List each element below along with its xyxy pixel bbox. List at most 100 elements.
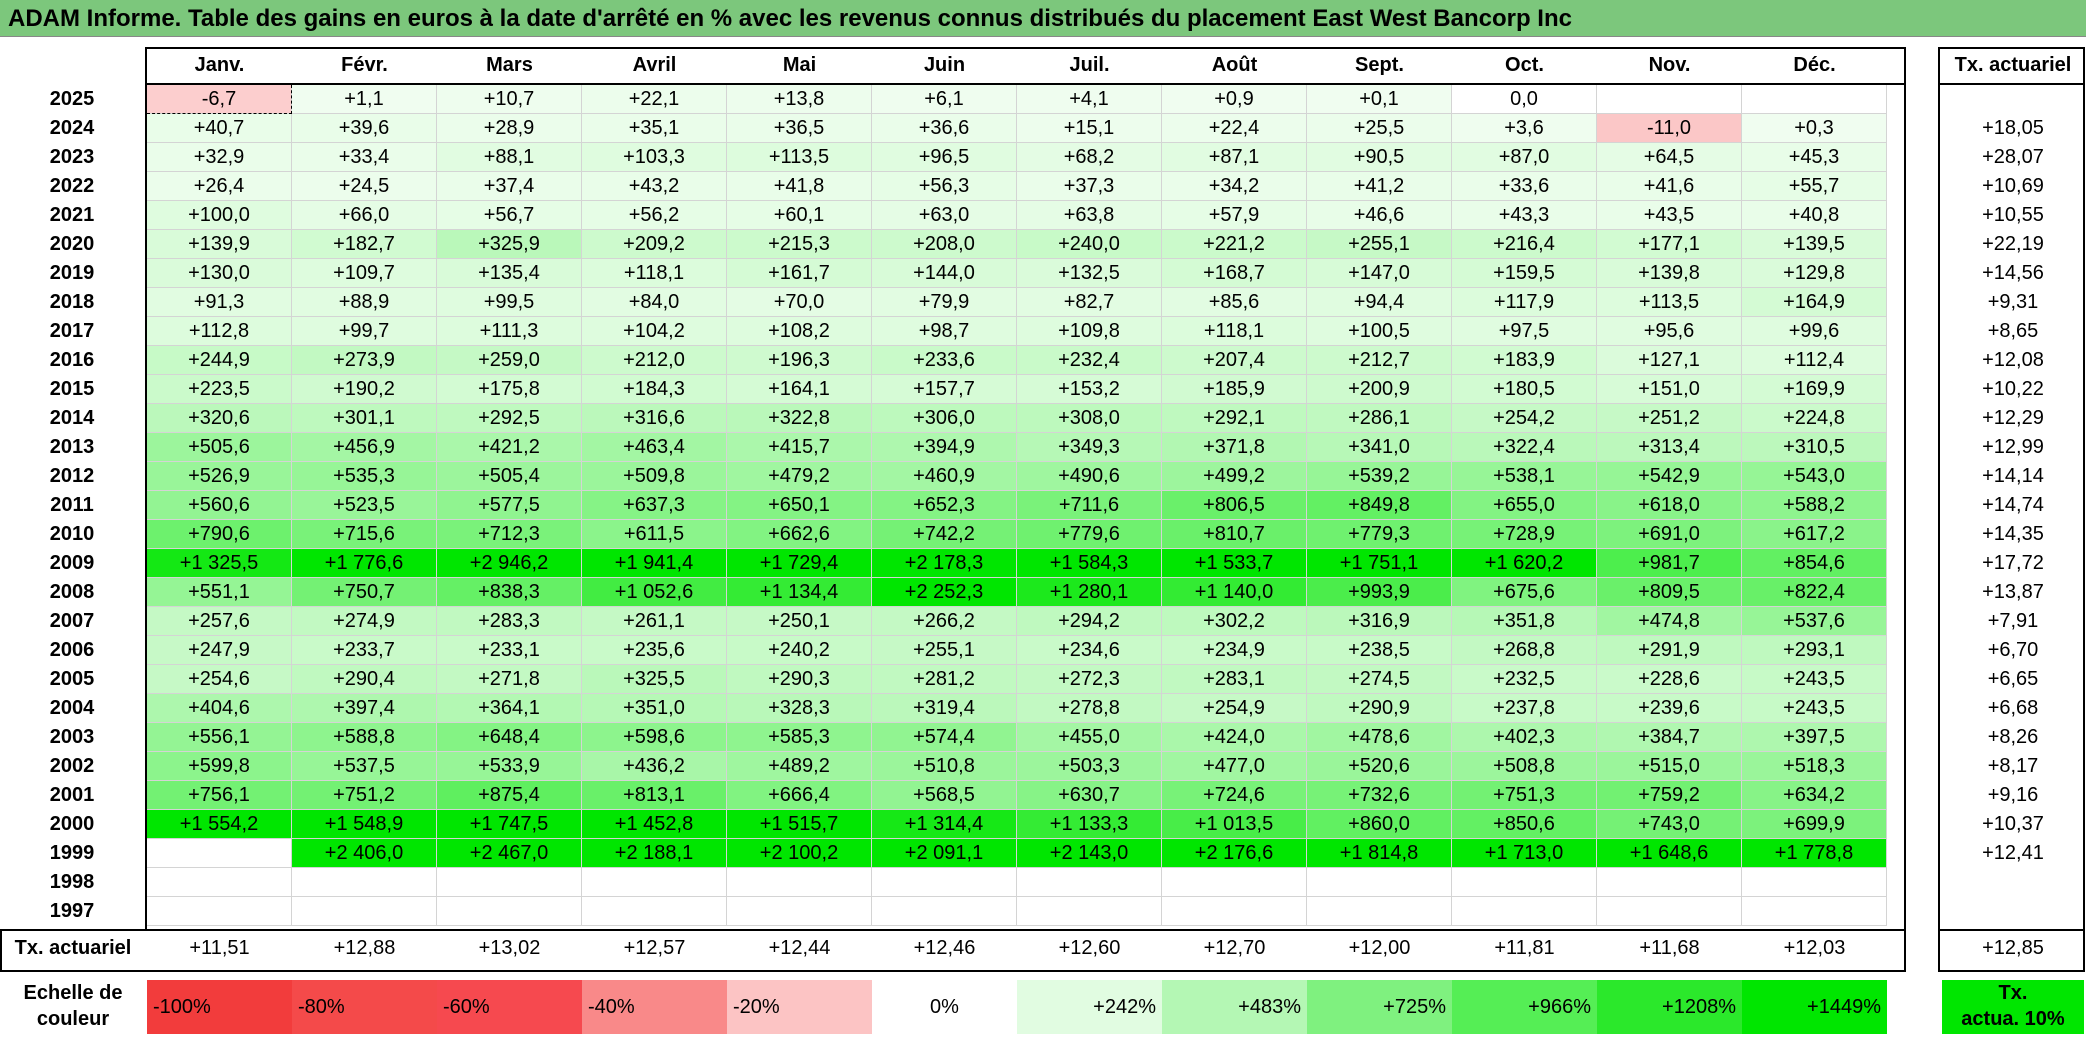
table-cell: [292, 868, 437, 897]
table-cell: +244,9: [147, 346, 292, 375]
table-cell: +1 325,5: [147, 549, 292, 578]
table-cell: +109,7: [292, 259, 437, 288]
footer-rate-value: +11,51: [189, 937, 250, 959]
table-cell: +301,1: [292, 404, 437, 433]
table-cell: +66,0: [292, 201, 437, 230]
table-cell: +655,0: [1452, 491, 1597, 520]
table-cell: +41,6: [1597, 172, 1742, 201]
table-cell: +118,1: [1162, 317, 1307, 346]
footer-rate-value: +12,46: [913, 937, 976, 959]
table-cell: +371,8: [1162, 433, 1307, 462]
table-cell: +161,7: [727, 259, 872, 288]
table-cell: +290,9: [1307, 694, 1452, 723]
table-cell: +10,7: [437, 85, 582, 114]
table-cell: +45,3: [1742, 143, 1887, 172]
table-cell: [1307, 868, 1452, 897]
table-cell: [1597, 85, 1742, 114]
table-cell: +99,6: [1742, 317, 1887, 346]
year-label: 2020: [49, 233, 95, 255]
table-cell: +1 747,5: [437, 810, 582, 839]
table-cell: +598,6: [582, 723, 727, 752]
table-cell: +397,5: [1742, 723, 1887, 752]
year-label: 2021: [49, 204, 95, 226]
table-cell: +24,5: [292, 172, 437, 201]
table-cell: +36,6: [872, 114, 1017, 143]
table-cell: +22,4: [1162, 114, 1307, 143]
table-cell: +112,4: [1742, 346, 1887, 375]
table-cell: +618,0: [1597, 491, 1742, 520]
month-header: Févr.: [341, 54, 388, 76]
table-cell: +2 178,3: [872, 549, 1017, 578]
table-cell: +328,3: [727, 694, 872, 723]
table-cell: +3,6: [1452, 114, 1597, 143]
table-cell: +1 140,0: [1162, 578, 1307, 607]
color-scale-stop: +966%: [1452, 980, 1597, 1034]
annual-rate-value: +12,99: [1982, 436, 2044, 458]
footer-rate-value: +11,68: [1639, 937, 1700, 959]
table-cell: +806,5: [1162, 491, 1307, 520]
month-header: Mars: [486, 54, 533, 76]
table-cell: +293,1: [1742, 636, 1887, 665]
table-cell: +306,0: [872, 404, 1017, 433]
month-header: Sept.: [1355, 54, 1404, 76]
color-scale-label-line1: Echelle de: [23, 982, 123, 1004]
table-cell: +190,2: [292, 375, 437, 404]
table-cell: [147, 839, 292, 868]
table-cell: +223,5: [147, 375, 292, 404]
table-cell: +585,3: [727, 723, 872, 752]
table-cell: +117,9: [1452, 288, 1597, 317]
color-scale-label-line2: couleur: [36, 1008, 110, 1030]
table-cell: +274,5: [1307, 665, 1452, 694]
table-cell: +560,6: [147, 491, 292, 520]
table-cell: +0,3: [1742, 114, 1887, 143]
table-cell: +691,0: [1597, 520, 1742, 549]
month-header: Mai: [782, 54, 817, 76]
table-cell: +87,0: [1452, 143, 1597, 172]
table-cell: +850,6: [1452, 810, 1597, 839]
table-cell: +109,8: [1017, 317, 1162, 346]
table-cell: +127,1: [1597, 346, 1742, 375]
annual-rate-value: +14,14: [1982, 465, 2044, 487]
table-cell: +617,2: [1742, 520, 1887, 549]
table-cell: [292, 897, 437, 926]
table-cell: +715,6: [292, 520, 437, 549]
table-cell: +630,7: [1017, 781, 1162, 810]
actuarial-rate-legend: Tx. actua. 10%: [1942, 980, 2084, 1034]
table-cell: +240,2: [727, 636, 872, 665]
annual-rate-value: +8,65: [1987, 320, 2039, 342]
table-cell: +254,9: [1162, 694, 1307, 723]
footer-rate-value: +11,81: [1494, 937, 1555, 959]
table-cell: +132,5: [1017, 259, 1162, 288]
table-cell: +113,5: [1597, 288, 1742, 317]
table-cell: +463,4: [582, 433, 727, 462]
year-label: 1998: [49, 871, 95, 893]
table-cell: +247,9: [147, 636, 292, 665]
table-cell: +993,9: [1307, 578, 1452, 607]
table-cell: +611,5: [582, 520, 727, 549]
table-cell: +35,1: [582, 114, 727, 143]
annual-rate-value: +9,31: [1987, 291, 2039, 313]
table-cell: [727, 868, 872, 897]
table-cell: +239,6: [1597, 694, 1742, 723]
table-cell: +551,1: [147, 578, 292, 607]
annual-rate-value: +28,07: [1982, 146, 2044, 168]
actuarial-legend-line2: actua. 10%: [1961, 1008, 2065, 1030]
month-header: Avril: [632, 54, 677, 76]
table-cell: +292,1: [1162, 404, 1307, 433]
table-cell: +266,2: [872, 607, 1017, 636]
table-cell: +169,9: [1742, 375, 1887, 404]
table-cell: +319,4: [872, 694, 1017, 723]
table-cell: +56,3: [872, 172, 1017, 201]
year-label: 2025: [49, 88, 95, 110]
table-cell: +13,8: [727, 85, 872, 114]
table-cell: +221,2: [1162, 230, 1307, 259]
table-cell: +568,5: [872, 781, 1017, 810]
annual-rate-value: +9,16: [1987, 784, 2039, 806]
outer-frame: [0, 36, 2086, 37]
table-cell: +113,5: [727, 143, 872, 172]
table-cell: +90,5: [1307, 143, 1452, 172]
table-cell: +1 620,2: [1452, 549, 1597, 578]
table-cell: +810,7: [1162, 520, 1307, 549]
table-cell: +0,9: [1162, 85, 1307, 114]
table-cell: +291,9: [1597, 636, 1742, 665]
